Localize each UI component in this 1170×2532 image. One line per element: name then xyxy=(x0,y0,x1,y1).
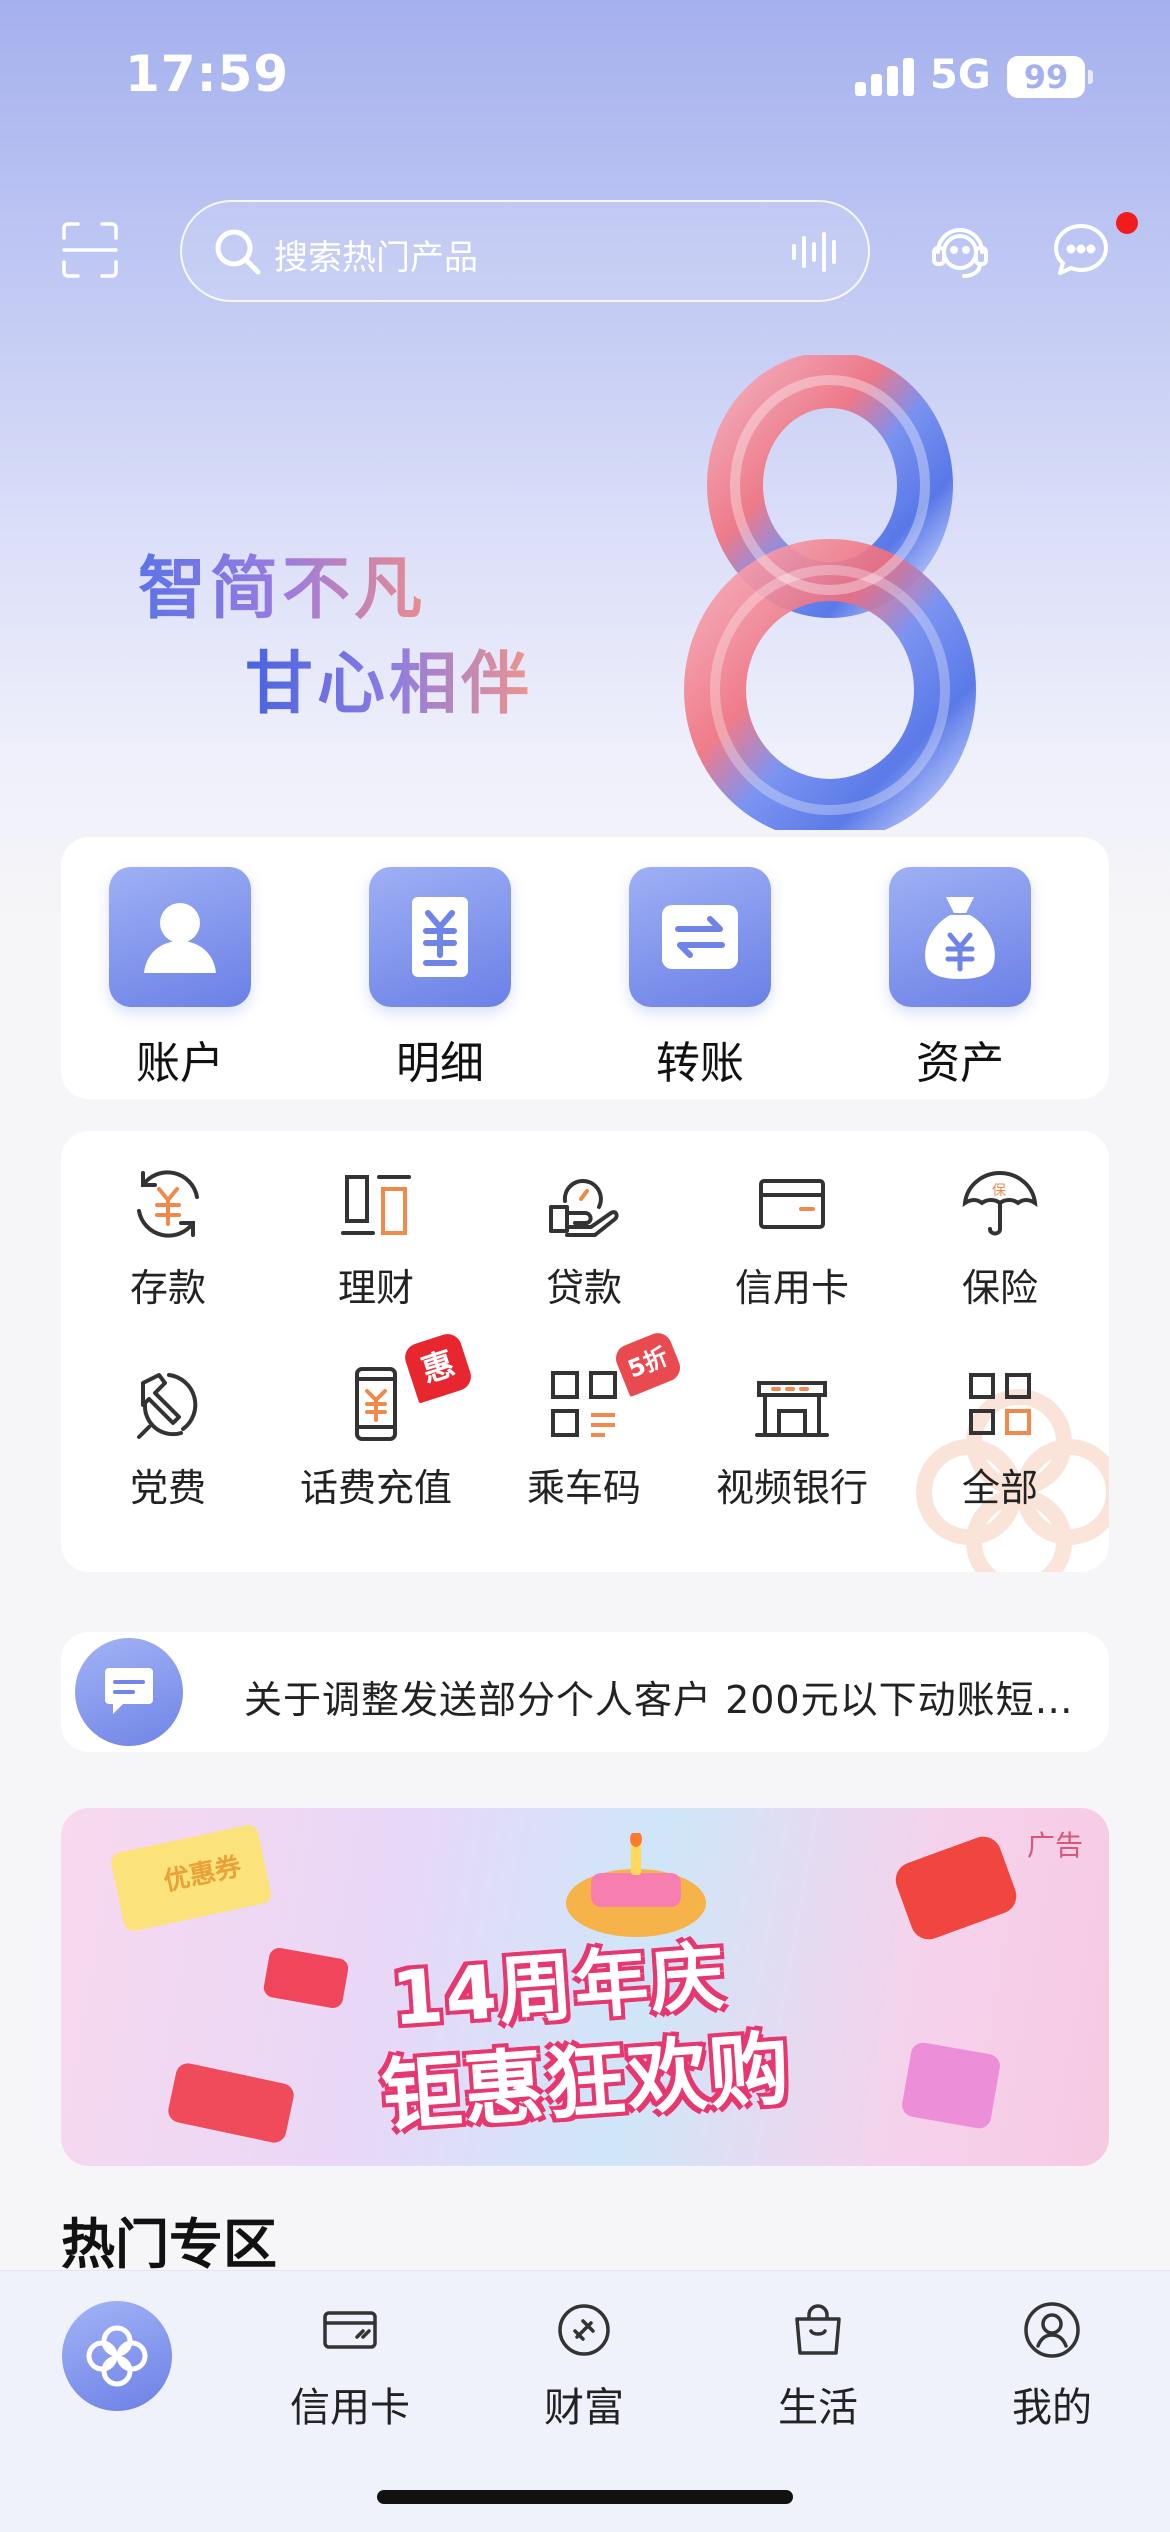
unread-dot xyxy=(1116,212,1138,234)
service-video-bank[interactable]: 视频银行 xyxy=(702,1361,882,1512)
deposit-icon xyxy=(137,1170,199,1238)
flower-logo-icon xyxy=(86,2325,148,2387)
service-label: 信用卡 xyxy=(734,1266,849,1310)
service-label: 保险 xyxy=(961,1266,1038,1310)
gift-box-graphic xyxy=(900,2040,1002,2131)
action-account[interactable]: 账户 xyxy=(105,867,255,1091)
svg-text:保: 保 xyxy=(992,1183,1006,1199)
banner-slogan-line1: 智简不凡 xyxy=(138,533,426,632)
promo-banner[interactable]: 优惠券 14周年庆 钜惠狂欢购 广告 xyxy=(61,1808,1109,2166)
money-bag-icon xyxy=(925,897,995,979)
action-label: 明细 xyxy=(396,1038,484,1089)
tab-label: 信用卡 xyxy=(290,2385,410,2431)
coupon-label: 优惠券 xyxy=(161,1851,244,1898)
search-placeholder: 搜索热门产品 xyxy=(274,238,478,278)
service-label: 党费 xyxy=(129,1466,206,1510)
service-label: 乘车码 xyxy=(526,1466,641,1510)
service-credit-card[interactable]: 信用卡 xyxy=(702,1161,882,1312)
signal-icon xyxy=(855,58,915,96)
service-label: 视频银行 xyxy=(715,1466,868,1510)
network-label: 5G xyxy=(930,52,991,98)
service-insurance[interactable]: 保 保险 xyxy=(910,1161,1090,1312)
action-label: 资产 xyxy=(916,1038,1004,1089)
transit-qr-icon xyxy=(551,1371,617,1437)
service-wealth[interactable]: 理财 xyxy=(286,1161,466,1312)
chat-bubble-icon xyxy=(105,1668,153,1714)
service-party-fee[interactable]: 党费 xyxy=(78,1361,258,1512)
coupon-graphic: 优惠券 xyxy=(109,1823,273,1933)
home-indicator[interactable] xyxy=(377,2490,793,2504)
notice-text: 关于调整发送部分个人客户 200元以下动账短信通知的公告 xyxy=(244,1678,1084,1722)
shopping-bag-icon xyxy=(795,2304,841,2355)
user-icon xyxy=(144,903,216,973)
party-emblem-icon xyxy=(137,1373,198,1439)
tab-wealth[interactable]: 财富 xyxy=(504,2299,664,2433)
credit-card-icon xyxy=(759,1179,825,1229)
service-label: 话费充值 xyxy=(299,1466,452,1510)
action-assets[interactable]: 资产 xyxy=(885,867,1035,1091)
wealth-management-icon xyxy=(341,1175,411,1235)
banner-slogan-line2: 甘心相伴 xyxy=(245,628,533,727)
battery-tip xyxy=(1088,70,1093,84)
notice-bar[interactable]: 关于调整发送部分个人客户 200元以下动账短信通知的公告 xyxy=(61,1632,1109,1752)
message-icon[interactable] xyxy=(1050,220,1112,282)
tab-label: 我的 xyxy=(1012,2385,1092,2431)
action-statement[interactable]: 明细 xyxy=(365,867,515,1091)
action-label: 转账 xyxy=(656,1038,744,1089)
voice-input-icon[interactable] xyxy=(790,232,842,272)
wealth-icon xyxy=(558,2304,610,2356)
anniversary-eight-graphic[interactable] xyxy=(680,355,980,830)
status-bar: 17:59 5G 99 xyxy=(0,0,1170,150)
red-envelope-graphic xyxy=(166,2061,296,2145)
customer-service-icon[interactable] xyxy=(928,218,992,282)
scan-icon[interactable] xyxy=(62,222,118,278)
phone-topup-icon xyxy=(355,1367,397,1441)
tab-label: 生活 xyxy=(778,2385,858,2431)
notice-icon xyxy=(75,1638,183,1746)
search-icon xyxy=(215,229,261,275)
main-actions-card: 账户 明细 转账 资产 xyxy=(61,837,1109,1099)
loan-icon xyxy=(549,1179,619,1237)
section-title: 热门专区 xyxy=(61,2213,277,2276)
search-bar[interactable]: 搜索热门产品 xyxy=(180,200,870,302)
tab-label: 财富 xyxy=(544,2385,624,2431)
ad-label: 广告 xyxy=(1026,1829,1083,1862)
service-label: 存款 xyxy=(129,1266,206,1310)
tab-mine[interactable]: 我的 xyxy=(972,2299,1132,2433)
service-all[interactable]: 全部 xyxy=(910,1361,1090,1512)
red-envelope-graphic xyxy=(890,1831,1022,1945)
statement-icon xyxy=(412,897,468,977)
insurance-umbrella-icon: 保 xyxy=(962,1170,1038,1236)
tab-credit-card[interactable]: 信用卡 xyxy=(270,2299,430,2433)
red-envelope-graphic xyxy=(262,1946,350,2010)
service-label: 贷款 xyxy=(545,1266,622,1310)
tab-home[interactable] xyxy=(62,2301,172,2411)
card-icon xyxy=(323,2311,377,2349)
service-label: 全部 xyxy=(961,1466,1038,1510)
transfer-icon xyxy=(662,905,738,969)
service-loan[interactable]: 贷款 xyxy=(494,1161,674,1312)
action-transfer[interactable]: 转账 xyxy=(625,867,775,1091)
battery-icon: 99 xyxy=(1007,56,1085,98)
tab-life[interactable]: 生活 xyxy=(738,2299,898,2433)
all-apps-icon xyxy=(969,1373,1031,1435)
service-deposit[interactable]: 存款 xyxy=(78,1161,258,1312)
service-grid-card: 存款 理财 贷款 信用卡 保 保险 党费 话费充值 乘车码 视频银行 全部 惠 … xyxy=(61,1131,1109,1572)
service-label: 理财 xyxy=(337,1266,414,1310)
status-time: 17:59 xyxy=(125,45,290,103)
profile-icon xyxy=(1024,2302,1080,2358)
action-label: 账户 xyxy=(136,1038,224,1089)
video-bank-icon xyxy=(755,1381,829,1437)
